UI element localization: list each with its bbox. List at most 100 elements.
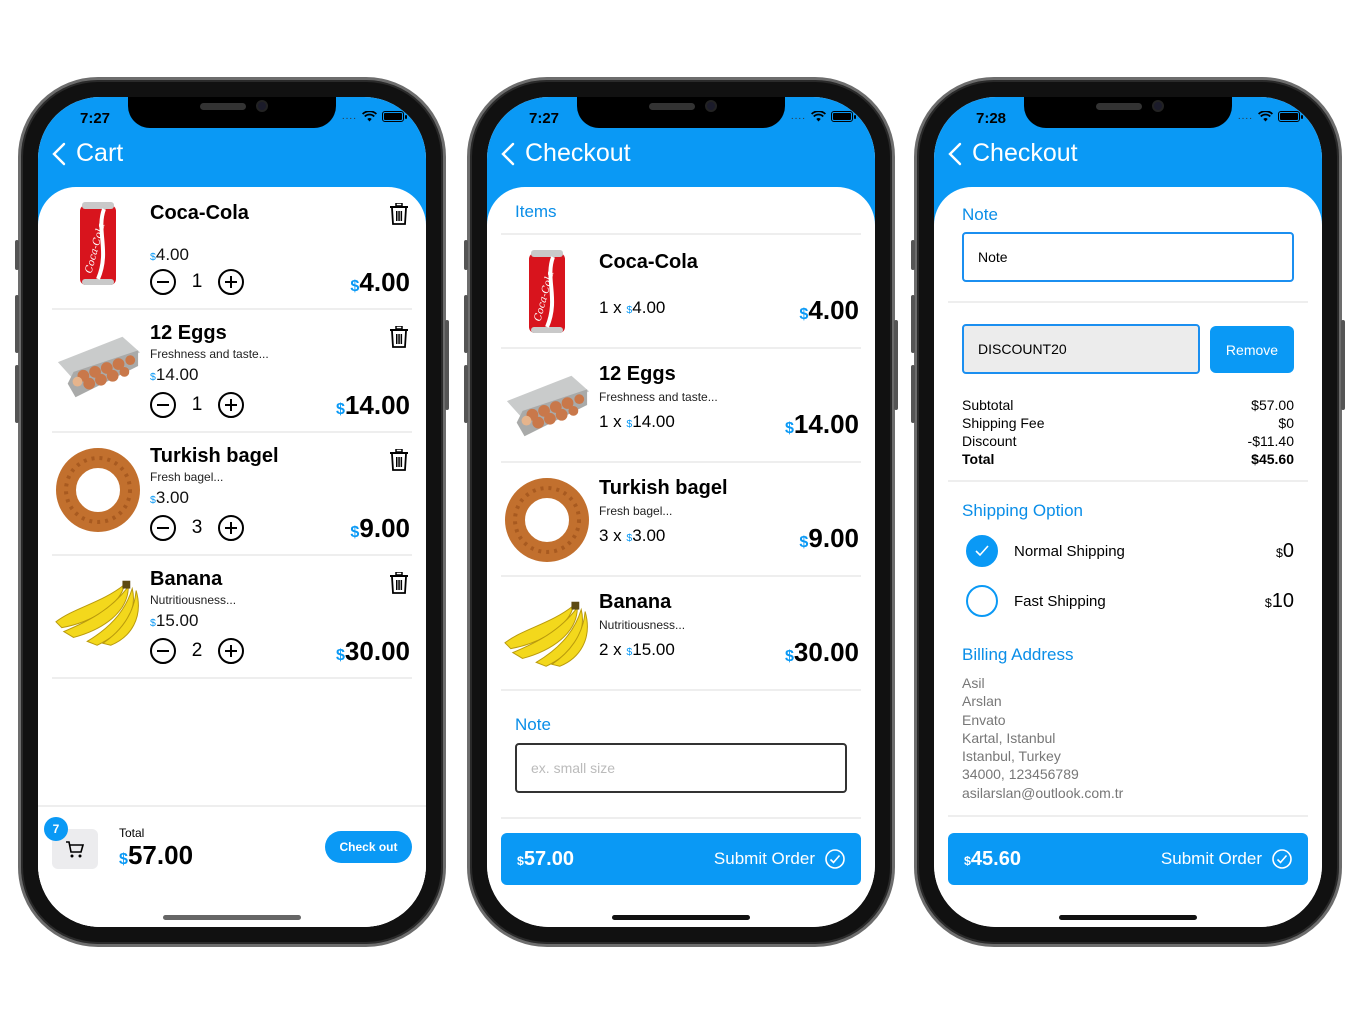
note-section-title: Note [962,205,998,224]
item-description: Fresh bagel... [599,504,673,518]
egg-carton-image [503,361,591,451]
quantity-times-price: 1 x $14.00 [599,412,675,431]
line-total: $14.00 [784,409,859,439]
page-title: Checkout [525,139,631,167]
home-indicator [163,915,301,920]
divider [948,301,1308,303]
trash-icon[interactable] [390,325,408,353]
order-item: 12 Eggs Freshness and taste... 1 x $14.0… [501,349,861,463]
home-indicator [612,915,750,920]
cart-total: $57.00 [119,840,194,870]
note-input[interactable]: Note [962,232,1294,282]
phone-cart: 7:27 .... Cart Coca-Cola Coca-Cola $4.00 [15,77,449,947]
screen: 7:27 .... Checkout Items Coca-Cola Coca-… [487,97,875,927]
submit-order-label: Submit Order [714,849,845,869]
back-button[interactable]: Checkout [948,139,1078,168]
quantity-value: 1 [191,394,203,415]
home-indicator [1059,915,1197,920]
mute-switch [15,240,19,270]
status-icons: .... [342,111,407,122]
shipping-option-normal[interactable]: Normal Shipping $0 [966,531,1294,571]
volume-down-button [464,365,468,423]
increment-button[interactable] [218,269,244,295]
back-button[interactable]: Cart [52,139,123,168]
summary-shipping-fee: Shipping Fee $0 [962,415,1294,431]
battery-icon [831,111,856,122]
divider [948,480,1308,482]
summary-subtotal: Subtotal $57.00 [962,397,1294,413]
coca-cola-image: Coca-Cola [54,199,142,289]
order-item: Turkish bagel Fresh bagel... 3 x $3.00 $… [501,463,861,577]
order-total: $45.60 [964,847,1021,870]
trash-icon[interactable] [390,202,408,230]
line-total: $9.00 [799,523,859,553]
volume-down-button [15,365,19,423]
item-description: Nutritiousness... [150,593,237,607]
decrement-button[interactable] [150,515,176,541]
quantity-value: 2 [191,640,203,661]
trash-icon[interactable] [390,571,408,599]
status-icons: .... [1237,111,1303,122]
check-circle-icon [1272,849,1292,869]
back-button[interactable]: Checkout [501,139,631,168]
decrement-button[interactable] [150,269,176,295]
unit-price: $3.00 [150,488,189,507]
decrement-button[interactable] [150,638,176,664]
chevron-left-icon [501,142,515,165]
volume-up-button [464,295,468,353]
bagel-image [503,475,591,565]
bagel-image [54,445,142,535]
line-total: $9.00 [350,513,410,543]
remove-coupon-button[interactable]: Remove [1210,326,1294,373]
summary-discount: Discount -$11.40 [962,433,1294,449]
unit-price: $4.00 [150,245,189,264]
billing-section-title: Billing Address [962,645,1074,664]
cart-item: 12 Eggs Freshness and taste... $14.00 1 … [52,310,412,433]
item-name: Turkish bagel [599,477,728,499]
notch [1024,97,1232,128]
divider [948,815,1308,817]
cart-icon [66,841,85,858]
volume-up-button [911,295,915,353]
banana-image [54,568,142,658]
order-item: Banana Nutritiousness... 2 x $15.00 $30.… [501,577,861,691]
item-description: Fresh bagel... [150,470,224,484]
radio-checked-icon [966,535,998,567]
submit-order-button[interactable]: $45.60 Submit Order [948,833,1308,885]
note-input[interactable]: ex. small size [515,743,847,793]
page-title: Cart [76,139,124,167]
coca-cola-image: Coca-Cola [503,247,591,337]
phone-checkout-details: 7:28 .... Checkout Note Note DISCOUNT20 … [911,77,1345,947]
wifi-icon [811,111,826,122]
coupon-code-input[interactable]: DISCOUNT20 [962,324,1200,374]
checkout-details: Note Note DISCOUNT20 Remove Subtotal $57.… [934,187,1322,927]
radio-unchecked-icon [966,585,998,617]
decrement-button[interactable] [150,392,176,418]
battery-icon [1278,111,1303,122]
quantity-stepper: 3 [150,515,244,541]
increment-button[interactable] [218,392,244,418]
checkout-button[interactable]: Check out [325,831,412,863]
chevron-left-icon [52,142,66,165]
quantity-stepper: 2 [150,638,244,664]
power-button [894,320,898,410]
cart-count-badge: 7 [44,817,68,841]
cart-item: Coca-Cola Coca-Cola $4.00 1 $4.00 [52,187,412,310]
order-total: $57.00 [517,847,574,870]
wifi-icon [362,111,377,122]
summary-total: Total $45.60 [962,451,1294,467]
line-total: $4.00 [350,267,410,297]
item-name: Turkish bagel [150,445,279,467]
trash-icon[interactable] [390,448,408,476]
status-time: 7:27 [529,110,560,127]
increment-button[interactable] [218,515,244,541]
signal-icon: .... [1237,111,1253,122]
status-time: 7:28 [976,110,1007,127]
shipping-option-fast[interactable]: Fast Shipping $10 [966,581,1294,621]
screen: 7:27 .... Cart Coca-Cola Coca-Cola $4.00 [38,97,426,927]
increment-button[interactable] [218,638,244,664]
submit-order-button[interactable]: $57.00 Submit Order [501,833,861,885]
phone-checkout-items: 7:27 .... Checkout Items Coca-Cola Coca-… [464,77,898,947]
submit-order-label: Submit Order [1161,849,1292,869]
notch [577,97,785,128]
